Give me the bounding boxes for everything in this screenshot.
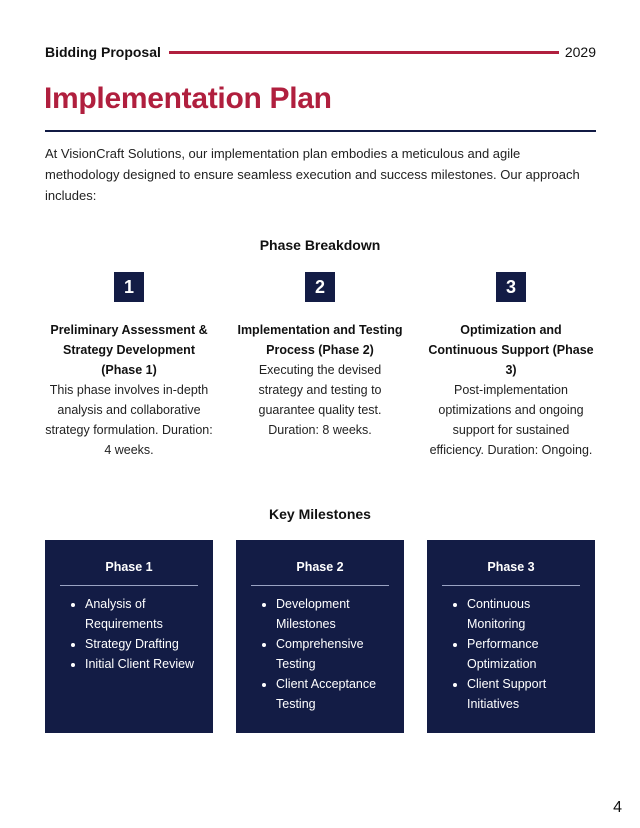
key-milestones-heading: Key Milestones [269, 506, 371, 522]
milestone-item: Development Milestones [276, 594, 394, 634]
milestone-list: Development Milestones Comprehensive Tes… [236, 594, 404, 714]
phase-title: Implementation and Testing Process (Phas… [237, 323, 403, 357]
phase-item: 2 Implementation and Testing Process (Ph… [235, 272, 405, 460]
milestone-item: Comprehensive Testing [276, 634, 394, 674]
header-divider [168, 50, 559, 54]
header-title: Bidding Proposal [45, 44, 161, 60]
milestone-card: Phase 1 Analysis of Requirements Strateg… [45, 540, 213, 733]
header-year: 2029 [564, 44, 596, 60]
milestone-card-title: Phase 3 [487, 560, 535, 574]
document-header: Bidding Proposal 2029 [45, 42, 596, 62]
phase-number-badge: 2 [305, 272, 335, 302]
intro-paragraph: At VisionCraft Solutions, our implementa… [45, 146, 580, 203]
card-divider [60, 585, 198, 586]
milestone-card-title: Phase 2 [296, 560, 344, 574]
milestone-card: Phase 2 Development Milestones Comprehen… [236, 540, 404, 733]
milestone-card: Phase 3 Continuous Monitoring Performanc… [427, 540, 595, 733]
phase-number-badge: 3 [496, 272, 526, 302]
phase-item: 1 Preliminary Assessment & Strategy Deve… [44, 272, 214, 460]
phase-description: This phase involves in-depth analysis an… [45, 383, 213, 457]
milestone-item: Analysis of Requirements [85, 594, 203, 634]
milestone-card-title: Phase 1 [105, 560, 153, 574]
card-divider [251, 585, 389, 586]
milestone-item: Strategy Drafting [85, 634, 203, 654]
phase-description: Post-implementation optimizations and on… [429, 383, 593, 457]
title-divider [45, 130, 596, 132]
phase-title: Optimization and Continuous Support (Pha… [428, 323, 594, 377]
milestone-list: Continuous Monitoring Performance Optimi… [427, 594, 595, 714]
page-title: Implementation Plan [44, 82, 332, 115]
milestone-item: Client Support Initiatives [467, 674, 585, 714]
phase-item: 3 Optimization and Continuous Support (P… [426, 272, 596, 460]
phase-description: Executing the devised strategy and testi… [258, 363, 382, 437]
phase-breakdown: 1 Preliminary Assessment & Strategy Deve… [44, 272, 596, 460]
milestone-list: Analysis of Requirements Strategy Drafti… [45, 594, 213, 674]
milestone-item: Performance Optimization [467, 634, 585, 674]
phase-number-badge: 1 [114, 272, 144, 302]
milestone-item: Initial Client Review [85, 654, 203, 674]
phase-title: Preliminary Assessment & Strategy Develo… [50, 323, 208, 377]
milestone-item: Continuous Monitoring [467, 594, 585, 634]
milestone-item: Client Acceptance Testing [276, 674, 394, 714]
phase-breakdown-heading: Phase Breakdown [259, 237, 381, 253]
card-divider [442, 585, 580, 586]
page-number: 4 [613, 799, 622, 816]
key-milestones: Phase 1 Analysis of Requirements Strateg… [45, 540, 595, 733]
